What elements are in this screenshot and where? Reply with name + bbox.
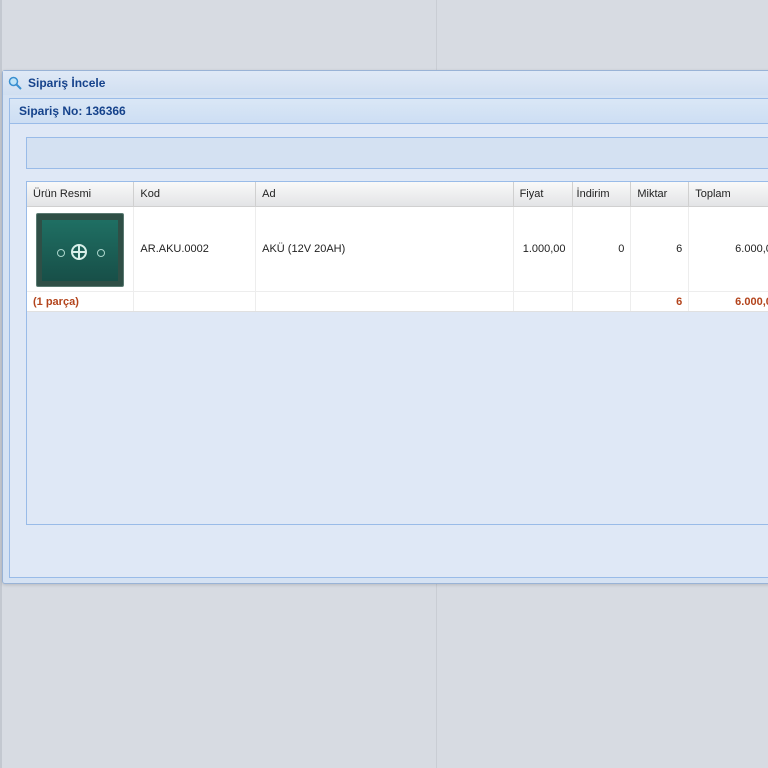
order-items-grid: Ürün Resmi Kod Ad Fiyat İndirim Miktar T…	[26, 181, 768, 525]
summary-empty-cell	[513, 291, 573, 312]
grid-header-row: Ürün Resmi Kod Ad Fiyat İndirim Miktar T…	[27, 182, 768, 207]
items-table: Ürün Resmi Kod Ad Fiyat İndirim Miktar T…	[27, 182, 768, 312]
table-row[interactable]: AR.AKU.0002 AKÜ (12V 20AH) 1.000,00 0 6 …	[27, 206, 768, 292]
battery-logo-icon	[71, 244, 87, 260]
cell-fiyat: 1.000,00	[513, 206, 573, 292]
panel-toolbar	[26, 137, 768, 169]
cell-indirim: 0	[572, 206, 632, 292]
summary-empty-cell	[255, 291, 514, 312]
summary-miktar: 6	[630, 291, 690, 312]
cell-toplam: 6.000,00	[688, 206, 768, 292]
cell-kod: AR.AKU.0002	[133, 206, 257, 292]
cell-miktar: 6	[630, 206, 690, 292]
cell-ad: AKÜ (12V 20AH)	[255, 206, 514, 292]
battery-terminal-mark	[97, 249, 105, 257]
column-header-miktar[interactable]: Miktar	[630, 182, 690, 207]
summary-empty-cell	[572, 291, 632, 312]
summary-row: (1 parça) 6 6.000,00	[27, 291, 768, 312]
panel-title: Sipariş No: 136366	[10, 99, 768, 124]
order-inspect-window: Sipariş İncele Sipariş No: 136366 Ürün R…	[2, 70, 768, 584]
column-header-urun-resmi[interactable]: Ürün Resmi	[27, 182, 135, 207]
column-header-toplam[interactable]: Toplam	[688, 182, 768, 207]
order-panel: Sipariş No: 136366 Ürün Resmi Kod Ad Fiy…	[9, 98, 768, 578]
column-header-ad[interactable]: Ad	[255, 182, 514, 207]
column-header-fiyat[interactable]: Fiyat	[513, 182, 573, 207]
summary-toplam: 6.000,00	[688, 291, 768, 312]
product-image-cell	[27, 206, 135, 292]
product-image[interactable]	[36, 213, 124, 287]
summary-empty-cell	[133, 291, 257, 312]
column-header-indirim[interactable]: İndirim	[572, 182, 632, 207]
magnifier-icon	[8, 75, 24, 91]
battery-terminal-mark	[57, 249, 65, 257]
column-header-kod[interactable]: Kod	[133, 182, 257, 207]
window-title: Sipariş İncele	[28, 76, 106, 90]
summary-label: (1 parça)	[27, 291, 135, 312]
window-titlebar[interactable]: Sipariş İncele	[3, 71, 768, 95]
